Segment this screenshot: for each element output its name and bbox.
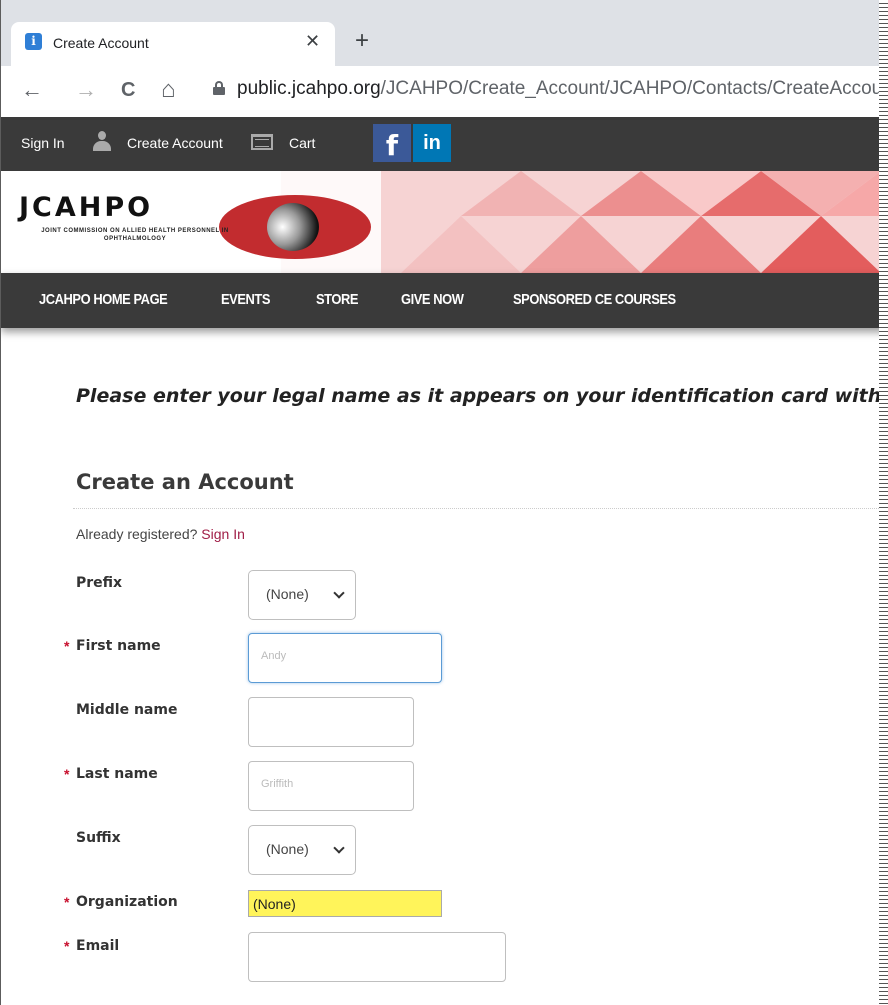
suffix-value: (None) [266, 841, 309, 857]
already-registered: Already registered? Sign In [76, 526, 245, 542]
logo[interactable]: JCAHPO [19, 192, 153, 223]
prefix-value: (None) [266, 586, 309, 602]
required-marker: * [64, 638, 70, 654]
site-favicon-icon: i [25, 33, 42, 50]
suffix-label: Suffix [76, 830, 121, 846]
url-domain: public.jcahpo.org [237, 78, 381, 99]
first-name-field[interactable]: Andy [248, 633, 442, 683]
required-marker: * [64, 894, 70, 910]
cart-link[interactable]: Cart [289, 135, 315, 151]
nav-sponsored-ce-courses[interactable]: SPONSORED CE COURSES [513, 291, 676, 308]
last-name-field[interactable]: Griffith [248, 761, 414, 811]
last-name-label: Last name [76, 766, 158, 782]
tab-title: Create Account [53, 35, 149, 51]
required-marker: * [64, 938, 70, 954]
middle-name-label: Middle name [76, 702, 178, 718]
middle-name-field[interactable] [248, 697, 414, 747]
email-field[interactable] [248, 932, 506, 982]
prefix-select[interactable]: (None) [248, 570, 356, 620]
lock-icon[interactable] [213, 81, 225, 95]
facebook-icon[interactable]: f [373, 124, 411, 162]
browser-window: i Create Account ✕ + ← → C ⌂ public.jcah… [0, 0, 888, 1005]
tab-close-icon[interactable]: ✕ [305, 31, 320, 52]
reload-icon[interactable]: C [121, 76, 135, 104]
create-account-link[interactable]: Create Account [127, 135, 223, 151]
nav-events[interactable]: EVENTS [221, 291, 270, 308]
chevron-down-icon [333, 842, 345, 854]
nav-store[interactable]: STORE [316, 291, 358, 308]
url-path: /JCAHPO/Create_Account/JCAHPO/Contacts/C… [380, 78, 888, 99]
organization-field[interactable]: (None) [248, 890, 442, 917]
url-field[interactable]: public.jcahpo.org/JCAHPO/Create_Account/… [237, 78, 888, 100]
chevron-down-icon [333, 587, 345, 599]
user-icon [93, 131, 111, 151]
email-label: Email [76, 938, 120, 954]
right-edge-artifact [879, 0, 888, 1005]
first-name-label: First name [76, 638, 161, 654]
sign-in-link[interactable]: Sign In [21, 135, 65, 151]
sign-in-link-form[interactable]: Sign In [201, 526, 245, 542]
home-icon[interactable]: ⌂ [161, 76, 176, 104]
legal-name-notice: Please enter your legal name as it appea… [76, 385, 888, 407]
already-registered-text: Already registered? [76, 526, 202, 542]
prefix-label: Prefix [76, 575, 123, 591]
cart-icon [251, 134, 273, 150]
required-marker: * [64, 766, 70, 782]
forward-icon[interactable]: → [75, 76, 97, 104]
nav-home[interactable]: JCAHPO HOME PAGE [39, 291, 168, 308]
suffix-select[interactable]: (None) [248, 825, 356, 875]
divider [73, 508, 888, 509]
linkedin-icon[interactable]: in [413, 124, 451, 162]
organization-label: Organization [76, 894, 178, 910]
new-tab-icon[interactable]: + [355, 27, 369, 55]
back-icon[interactable]: ← [21, 76, 43, 104]
logo-subtitle: JOINT COMMISSION ON ALLIED HEALTH PERSON… [41, 228, 229, 242]
page-title: Create an Account [76, 470, 294, 494]
nav-give-now[interactable]: GIVE NOW [401, 291, 464, 308]
